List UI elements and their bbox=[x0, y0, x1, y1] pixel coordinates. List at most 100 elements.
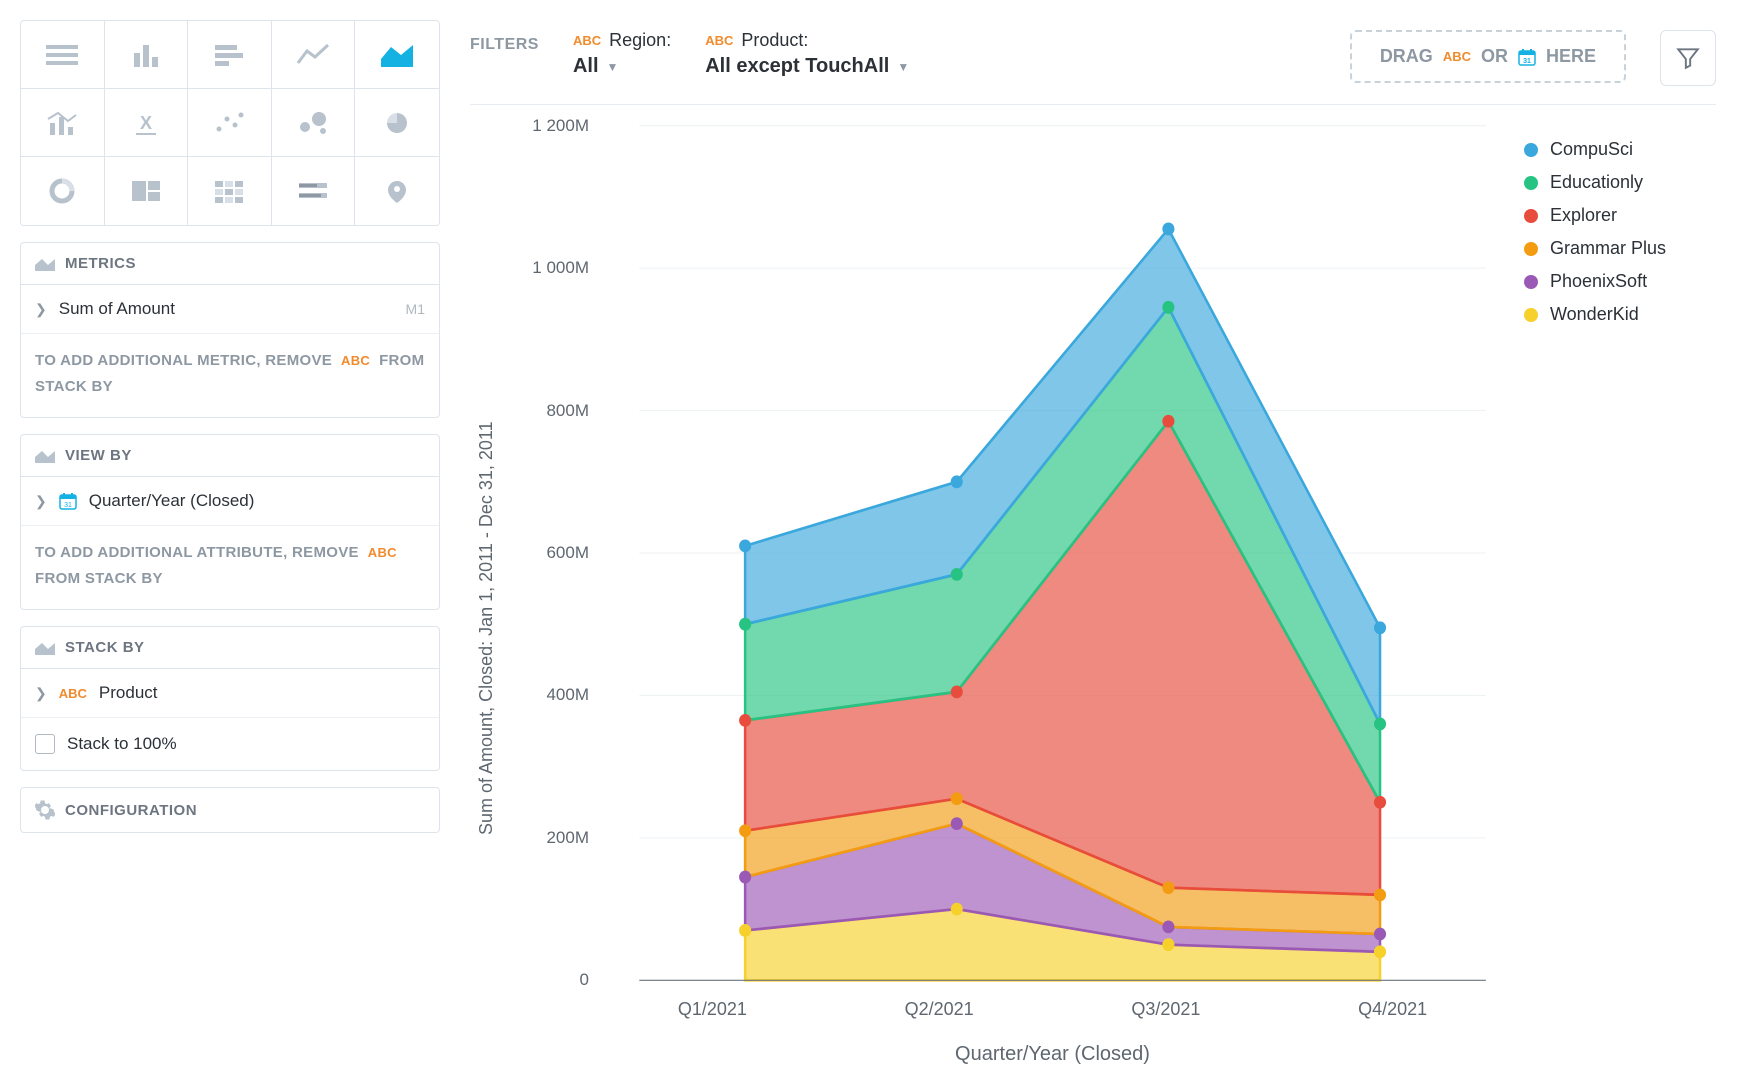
stack-to-100-label: Stack to 100% bbox=[67, 734, 177, 754]
x-axis-ticks: Q1/2021Q2/2021Q3/2021Q4/2021 bbox=[599, 991, 1506, 1027]
viewby-item[interactable]: ❯ 31 Quarter/Year (Closed) bbox=[21, 477, 439, 526]
plot-area bbox=[599, 115, 1506, 991]
viewby-hint: TO ADD ADDITIONAL ATTRIBUTE, REMOVE ABC … bbox=[21, 526, 439, 609]
chart-type-headline[interactable]: X bbox=[105, 89, 189, 157]
legend-label: PhoenixSoft bbox=[1550, 271, 1647, 292]
y-tick-label: 600M bbox=[546, 543, 589, 563]
stackby-item[interactable]: ❯ ABC Product bbox=[21, 669, 439, 718]
stackby-panel: STACK BY ❯ ABC Product Stack to 100% bbox=[20, 626, 440, 771]
filter-product[interactable]: ABC Product: All except TouchAll ▼ bbox=[705, 30, 909, 78]
legend-dot-icon bbox=[1524, 176, 1538, 190]
legend-label: Explorer bbox=[1550, 205, 1617, 226]
chart-type-treemap[interactable] bbox=[105, 157, 189, 225]
viewby-header: VIEW BY bbox=[21, 435, 439, 477]
y-tick-label: 800M bbox=[546, 401, 589, 421]
viewby-header-label: VIEW BY bbox=[65, 447, 132, 464]
legend-dot-icon bbox=[1524, 275, 1538, 289]
y-tick-label: 1 000M bbox=[532, 258, 589, 278]
metric-tag: M1 bbox=[406, 301, 425, 317]
filter-product-name: Product: bbox=[741, 30, 808, 51]
calendar-icon: 31 bbox=[1518, 48, 1536, 66]
metrics-panel: METRICS ❯ Sum of Amount M1 TO ADD ADDITI… bbox=[20, 242, 440, 418]
legend-item[interactable]: Educationly bbox=[1524, 166, 1716, 199]
chart-type-pie[interactable] bbox=[355, 89, 439, 157]
legend-label: Grammar Plus bbox=[1550, 238, 1666, 259]
metrics-header: METRICS bbox=[21, 243, 439, 285]
y-axis-label: Sum of Amount, Closed: Jan 1, 2011 - Dec… bbox=[470, 115, 503, 1072]
abc-icon: ABC bbox=[59, 686, 87, 701]
filter-funnel-button[interactable] bbox=[1660, 30, 1716, 86]
abc-icon: ABC bbox=[341, 353, 370, 368]
metric-item[interactable]: ❯ Sum of Amount M1 bbox=[21, 285, 439, 334]
legend-item[interactable]: CompuSci bbox=[1524, 133, 1716, 166]
svg-text:31: 31 bbox=[1523, 58, 1531, 65]
chevron-right-icon: ❯ bbox=[35, 301, 47, 318]
y-tick-label: 400M bbox=[546, 685, 589, 705]
stackby-header: STACK BY bbox=[21, 627, 439, 669]
chart-type-area[interactable] bbox=[355, 21, 439, 89]
legend-dot-icon bbox=[1524, 143, 1538, 157]
chart-type-bubble[interactable] bbox=[272, 89, 356, 157]
abc-icon: ABC bbox=[368, 545, 397, 560]
chevron-right-icon: ❯ bbox=[35, 685, 47, 702]
legend-dot-icon bbox=[1524, 308, 1538, 322]
filter-product-value: All except TouchAll bbox=[705, 55, 889, 78]
legend: CompuSci Educationly Explorer Grammar Plus P… bbox=[1506, 115, 1716, 1072]
chart-type-table[interactable] bbox=[21, 21, 105, 89]
chevron-down-icon: ▼ bbox=[897, 60, 909, 74]
metrics-header-label: METRICS bbox=[65, 255, 136, 272]
funnel-icon bbox=[1675, 45, 1701, 71]
viewby-item-label: Quarter/Year (Closed) bbox=[89, 491, 255, 511]
legend-dot-icon bbox=[1524, 242, 1538, 256]
chart-type-combo[interactable] bbox=[21, 89, 105, 157]
abc-icon: ABC bbox=[1443, 49, 1471, 64]
configuration-panel[interactable]: CONFIGURATION bbox=[20, 787, 440, 833]
filter-bar: FILTERS ABC Region: All ▼ ABC Product: A… bbox=[470, 18, 1716, 105]
calendar-icon: 31 bbox=[59, 492, 77, 510]
y-tick-label: 0 bbox=[580, 970, 589, 990]
stackby-item-label: Product bbox=[99, 683, 158, 703]
chart-type-selector: X bbox=[20, 20, 440, 226]
main-area: FILTERS ABC Region: All ▼ ABC Product: A… bbox=[460, 0, 1750, 1092]
chart-type-donut[interactable] bbox=[21, 157, 105, 225]
chart: Sum of Amount, Closed: Jan 1, 2011 - Dec… bbox=[470, 115, 1716, 1072]
filter-region[interactable]: ABC Region: All ▼ bbox=[573, 30, 671, 78]
svg-text:X: X bbox=[140, 113, 152, 133]
filter-drop-zone[interactable]: DRAG ABC OR 31 HERE bbox=[1350, 30, 1626, 83]
chart-type-line[interactable] bbox=[272, 21, 356, 89]
y-tick-label: 200M bbox=[546, 828, 589, 848]
abc-icon: ABC bbox=[705, 33, 733, 48]
x-tick-label: Q4/2021 bbox=[1279, 991, 1506, 1027]
filter-region-value: All bbox=[573, 55, 599, 78]
legend-item[interactable]: Explorer bbox=[1524, 199, 1716, 232]
y-tick-label: 1 200M bbox=[532, 116, 589, 136]
legend-dot-icon bbox=[1524, 209, 1538, 223]
chart-type-heatmap[interactable] bbox=[188, 157, 272, 225]
chart-type-bar[interactable] bbox=[188, 21, 272, 89]
filters-label: FILTERS bbox=[470, 30, 539, 54]
stackby-header-label: STACK BY bbox=[65, 639, 145, 656]
viewby-panel: VIEW BY ❯ 31 Quarter/Year (Closed) TO AD… bbox=[20, 434, 440, 610]
filter-region-name: Region: bbox=[609, 30, 671, 51]
legend-item[interactable]: PhoenixSoft bbox=[1524, 265, 1716, 298]
legend-item[interactable]: WonderKid bbox=[1524, 298, 1716, 331]
chart-type-bullet[interactable] bbox=[272, 157, 356, 225]
legend-item[interactable]: Grammar Plus bbox=[1524, 232, 1716, 265]
metrics-hint: TO ADD ADDITIONAL METRIC, REMOVE ABC FRO… bbox=[21, 334, 439, 417]
svg-text:31: 31 bbox=[64, 502, 72, 509]
chevron-right-icon: ❯ bbox=[35, 493, 47, 510]
stack-to-100-row[interactable]: Stack to 100% bbox=[21, 718, 439, 770]
abc-icon: ABC bbox=[573, 33, 601, 48]
checkbox-icon[interactable] bbox=[35, 734, 55, 754]
chart-type-geo[interactable] bbox=[355, 157, 439, 225]
y-axis-ticks: 0 200M 400M 600M 800M 1 000M 1 200M bbox=[503, 115, 599, 991]
legend-label: WonderKid bbox=[1550, 304, 1639, 325]
configuration-header[interactable]: CONFIGURATION bbox=[21, 788, 439, 832]
config-sidebar: X METRICS ❯ Sum of Amount M1 TO ADD A bbox=[0, 0, 460, 1092]
chart-type-column[interactable] bbox=[105, 21, 189, 89]
legend-label: CompuSci bbox=[1550, 139, 1633, 160]
configuration-label: CONFIGURATION bbox=[65, 802, 197, 819]
x-tick-label: Q3/2021 bbox=[1053, 991, 1280, 1027]
chart-type-scatter[interactable] bbox=[188, 89, 272, 157]
legend-label: Educationly bbox=[1550, 172, 1643, 193]
